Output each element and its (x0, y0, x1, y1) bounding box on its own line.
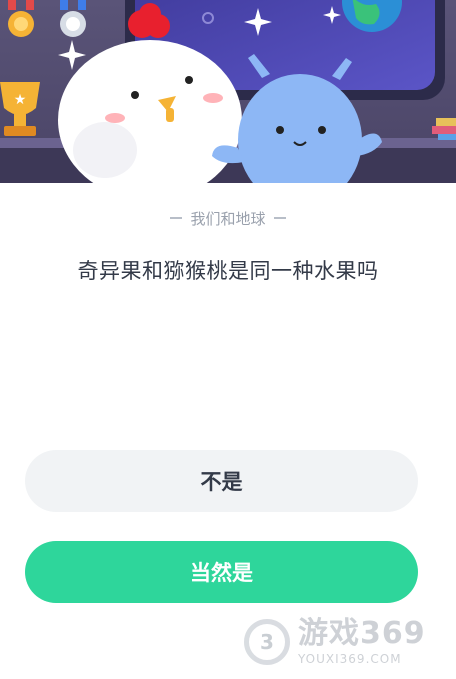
banner-illustration: ★ (0, 0, 456, 183)
svg-text:★: ★ (14, 92, 27, 108)
header-banner: ★ (0, 0, 456, 183)
watermark-logo-icon: 3 (244, 619, 290, 665)
question-text: 奇异果和猕猴桃是同一种水果吗 (77, 259, 379, 283)
watermark-url: YOUXI369.COM (298, 652, 402, 666)
question-category: 我们和地球 (0, 205, 456, 231)
category-label: 我们和地球 (190, 209, 266, 228)
divider (273, 217, 286, 219)
divider (170, 217, 183, 219)
watermark-name: 游戏369 (298, 616, 426, 651)
answer-no-button[interactable]: 不是 (25, 450, 418, 512)
trophy-icon: ★ (0, 82, 40, 136)
watermark: 3 游戏369 YOUXI369.COM (244, 610, 450, 674)
watermark-text: 游戏369 YOUXI369.COM (298, 616, 426, 666)
answer-yes-button[interactable]: 当然是 (25, 541, 418, 603)
